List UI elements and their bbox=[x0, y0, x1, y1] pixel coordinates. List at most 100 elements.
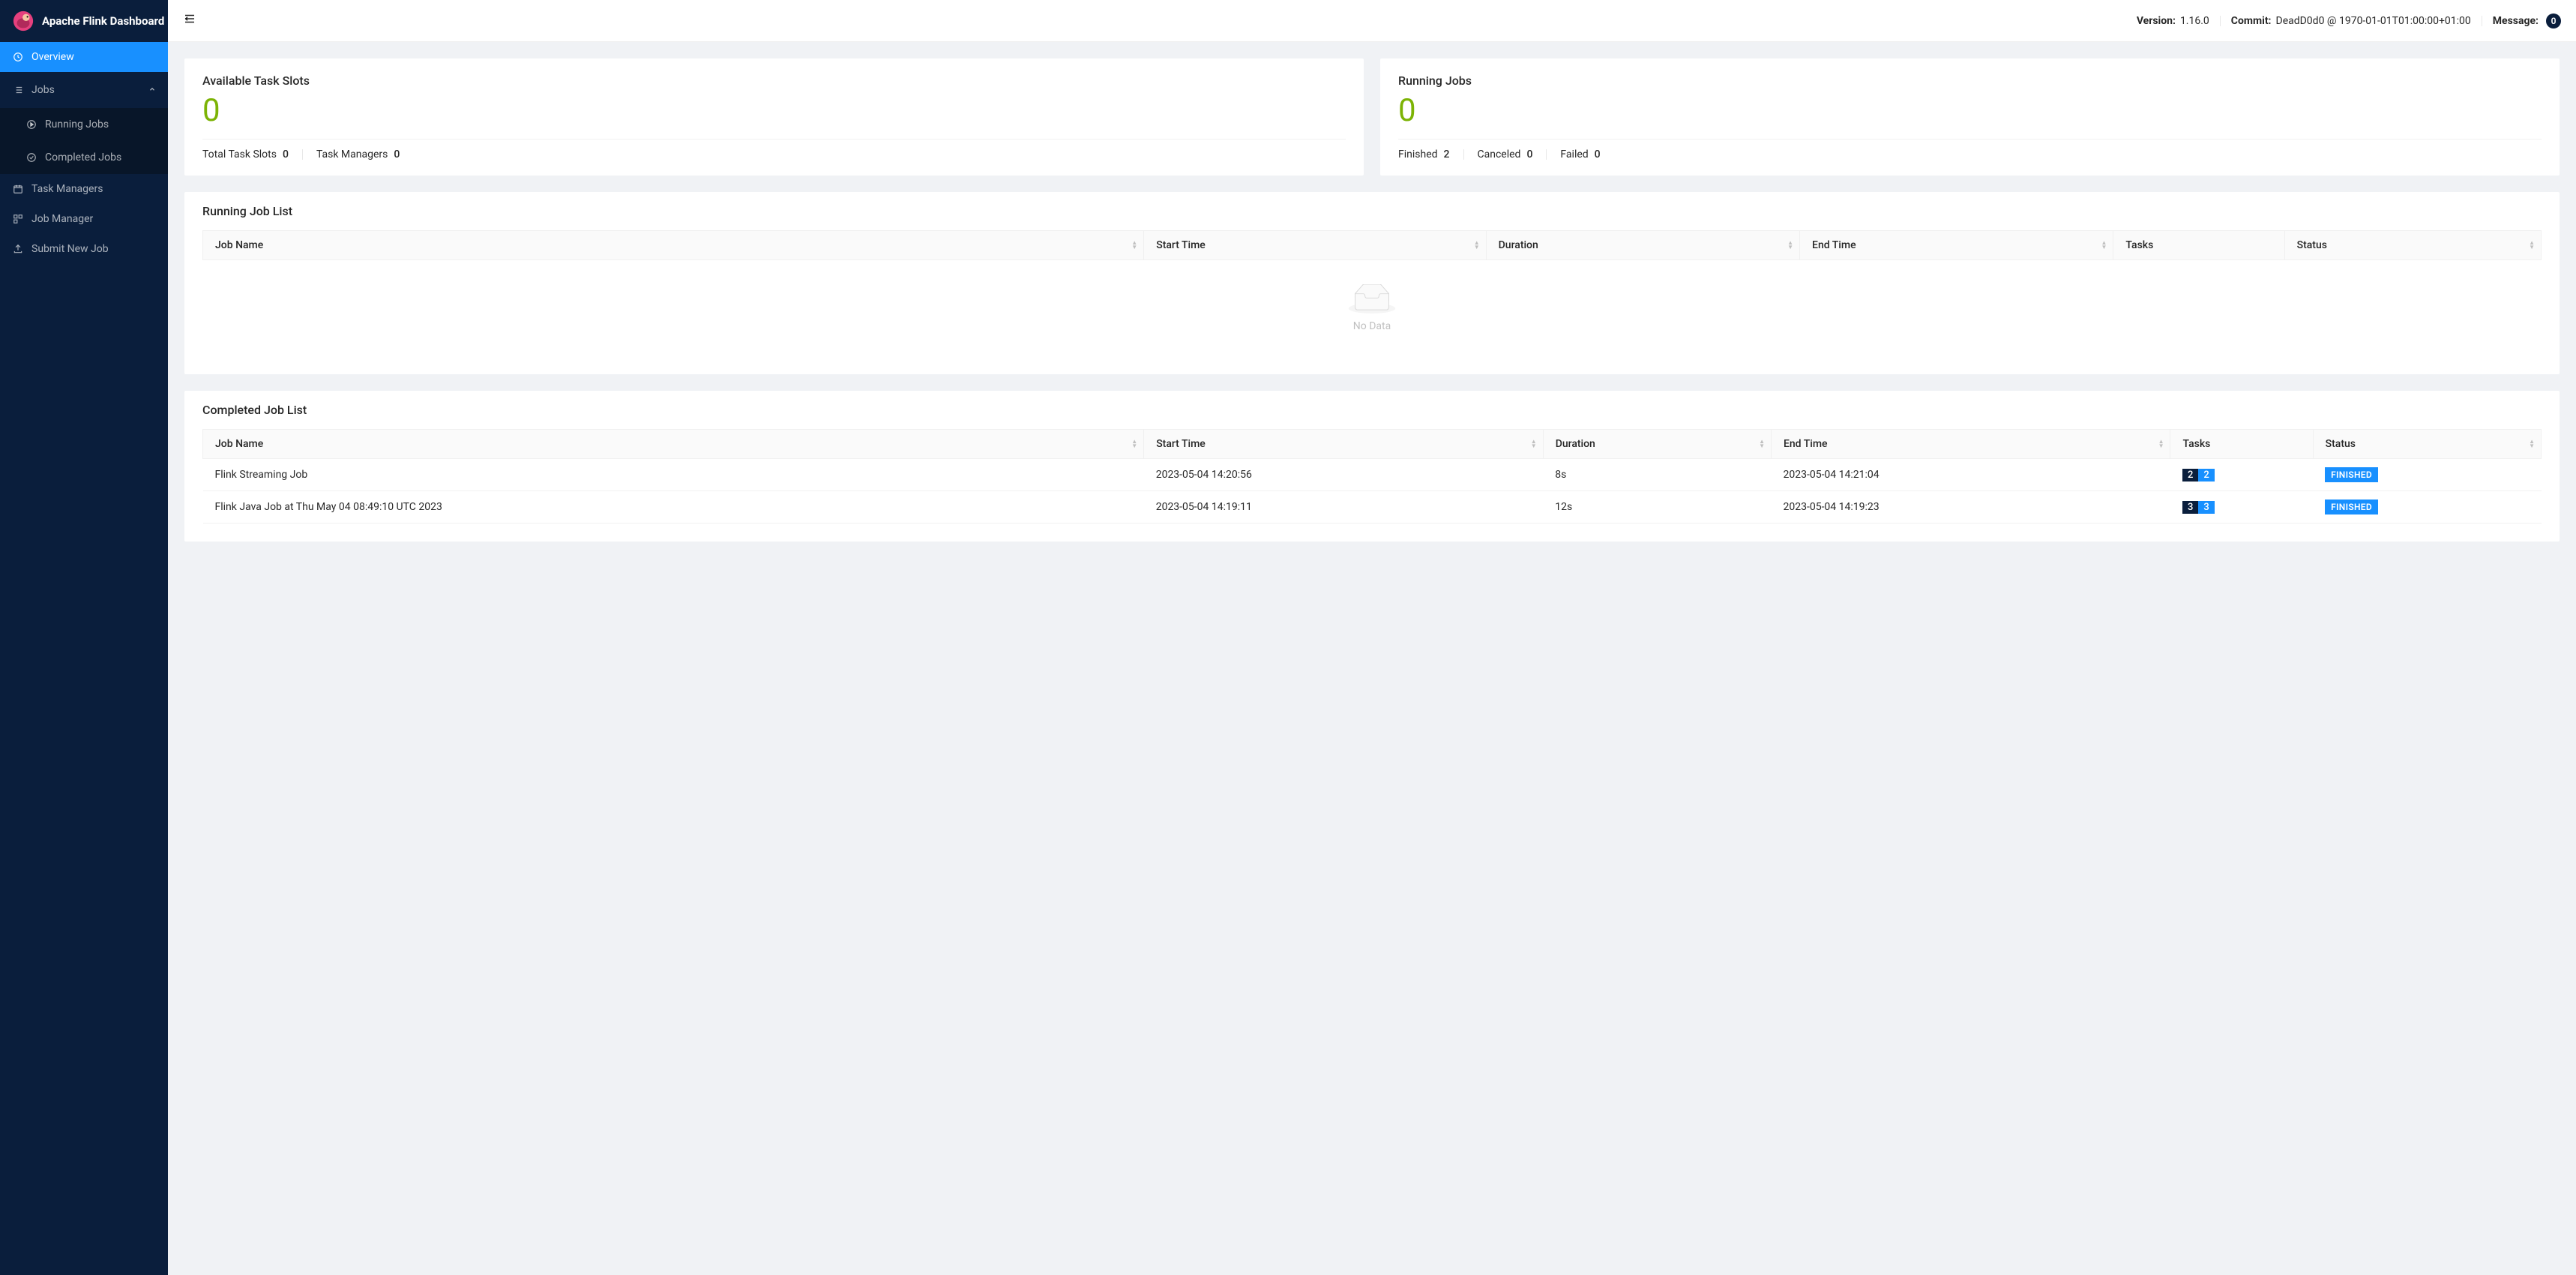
nav-menu: Overview Jobs Running Jobs bbox=[0, 42, 168, 264]
brand: Apache Flink Dashboard bbox=[0, 0, 168, 42]
tm-label: Task Managers bbox=[316, 148, 388, 160]
sort-icon: ▲▼ bbox=[1131, 241, 1137, 250]
message-count-badge[interactable]: 0 bbox=[2546, 14, 2561, 28]
cell-status: FINISHED bbox=[2313, 459, 2541, 491]
finished-label: Finished bbox=[1398, 148, 1438, 160]
commit-label: Commit: bbox=[2231, 15, 2272, 27]
available-task-slots-card: Available Task Slots 0 Total Task Slots … bbox=[184, 58, 1364, 176]
sidebar-item-job-manager[interactable]: Job Manager bbox=[0, 204, 168, 234]
sidebar-item-overview[interactable]: Overview bbox=[0, 42, 168, 72]
canceled-value: 0 bbox=[1526, 148, 1532, 160]
table-row[interactable]: Flink Java Job at Thu May 04 08:49:10 UT… bbox=[203, 491, 2542, 524]
running-title: Running Jobs bbox=[1398, 74, 2542, 88]
sidebar: Apache Flink Dashboard Overview Jobs bbox=[0, 0, 168, 1275]
col-end-time[interactable]: End Time▲▼ bbox=[1800, 231, 2113, 260]
col-start-time[interactable]: Start Time▲▼ bbox=[1144, 430, 1544, 459]
sidebar-label-completed-jobs: Completed Jobs bbox=[45, 152, 121, 164]
sidebar-label-submit-new-job: Submit New Job bbox=[31, 243, 109, 255]
version-label: Version: bbox=[2137, 15, 2176, 27]
cell-job-name: Flink Streaming Job bbox=[203, 459, 1144, 491]
list-icon bbox=[12, 84, 24, 96]
sort-icon: ▲▼ bbox=[1474, 241, 1480, 250]
sidebar-label-job-manager: Job Manager bbox=[31, 213, 93, 225]
cell-status: FINISHED bbox=[2313, 491, 2541, 524]
failed-label: Failed bbox=[1560, 148, 1588, 160]
empty-box-icon bbox=[1348, 284, 1396, 314]
cell-end-time: 2023-05-04 14:19:23 bbox=[1771, 491, 2170, 524]
commit-value: DeadD0d0 @ 1970-01-01T01:00:00+01:00 bbox=[2276, 15, 2471, 27]
divider bbox=[2220, 16, 2221, 26]
col-duration[interactable]: Duration▲▼ bbox=[1486, 231, 1799, 260]
schedule-icon bbox=[12, 183, 24, 195]
cell-tasks: 33 bbox=[2170, 491, 2313, 524]
task-count-dark: 2 bbox=[2182, 469, 2198, 482]
dashboard-icon bbox=[12, 51, 24, 63]
sidebar-item-task-managers[interactable]: Task Managers bbox=[0, 174, 168, 204]
sidebar-item-running-jobs[interactable]: Running Jobs bbox=[0, 108, 168, 141]
sort-icon: ▲▼ bbox=[1787, 241, 1793, 250]
task-count-blue: 2 bbox=[2198, 469, 2214, 482]
sidebar-item-jobs[interactable]: Jobs bbox=[0, 72, 168, 108]
col-status[interactable]: Status▲▼ bbox=[2284, 231, 2541, 260]
sort-icon: ▲▼ bbox=[2529, 440, 2535, 448]
completed-job-table: Job Name▲▼ Start Time▲▼ Duration▲▼ End T… bbox=[202, 429, 2542, 524]
sidebar-label-jobs: Jobs bbox=[31, 84, 55, 96]
col-tasks[interactable]: Tasks bbox=[2113, 231, 2284, 260]
message-label: Message: bbox=[2493, 15, 2539, 27]
slots-title: Available Task Slots bbox=[202, 74, 1346, 88]
table-row[interactable]: Flink Streaming Job2023-05-04 14:20:568s… bbox=[203, 459, 2542, 491]
col-duration[interactable]: Duration▲▼ bbox=[1543, 430, 1771, 459]
sort-icon: ▲▼ bbox=[2529, 241, 2535, 250]
cell-job-name: Flink Java Job at Thu May 04 08:49:10 UT… bbox=[203, 491, 1144, 524]
running-list-title: Running Job List bbox=[184, 192, 2560, 230]
tm-value: 0 bbox=[394, 148, 400, 160]
sidebar-label-running-jobs: Running Jobs bbox=[45, 118, 109, 130]
collapse-sidebar-button[interactable] bbox=[183, 12, 196, 29]
col-tasks[interactable]: Tasks bbox=[2170, 430, 2313, 459]
sidebar-label-task-managers: Task Managers bbox=[31, 183, 103, 195]
failed-value: 0 bbox=[1595, 148, 1601, 160]
running-job-table: Job Name▲▼ Start Time▲▼ Duration▲▼ End T… bbox=[202, 230, 2542, 260]
sort-icon: ▲▼ bbox=[1759, 440, 1765, 448]
task-count-blue: 3 bbox=[2198, 501, 2214, 514]
empty-text: No Data bbox=[1353, 320, 1391, 332]
cell-end-time: 2023-05-04 14:21:04 bbox=[1771, 459, 2170, 491]
play-circle-icon bbox=[25, 118, 37, 130]
col-end-time[interactable]: End Time▲▼ bbox=[1771, 430, 2170, 459]
check-circle-icon bbox=[25, 152, 37, 164]
sidebar-item-submit-new-job[interactable]: Submit New Job bbox=[0, 234, 168, 264]
total-slots-value: 0 bbox=[283, 148, 289, 160]
col-job-name[interactable]: Job Name▲▼ bbox=[203, 430, 1144, 459]
cell-tasks: 22 bbox=[2170, 459, 2313, 491]
version-value: 1.16.0 bbox=[2180, 15, 2209, 27]
build-icon bbox=[12, 213, 24, 225]
sort-icon: ▲▼ bbox=[2101, 241, 2107, 250]
sort-icon: ▲▼ bbox=[1131, 440, 1137, 448]
task-count-dark: 3 bbox=[2182, 501, 2198, 514]
sort-icon: ▲▼ bbox=[1531, 440, 1537, 448]
chevron-up-icon bbox=[148, 86, 156, 95]
cell-duration: 8s bbox=[1543, 459, 1771, 491]
completed-list-title: Completed Job List bbox=[184, 391, 2560, 429]
sort-icon: ▲▼ bbox=[2158, 440, 2164, 448]
empty-state: No Data bbox=[202, 260, 2542, 356]
status-badge: FINISHED bbox=[2325, 467, 2378, 482]
total-slots-label: Total Task Slots bbox=[202, 148, 277, 160]
cell-start-time: 2023-05-04 14:19:11 bbox=[1144, 491, 1544, 524]
sidebar-item-completed-jobs[interactable]: Completed Jobs bbox=[0, 141, 168, 174]
upload-icon bbox=[12, 243, 24, 255]
running-value: 0 bbox=[1398, 94, 2542, 128]
header-info: Version: 1.16.0 Commit: DeadD0d0 @ 1970-… bbox=[2137, 14, 2561, 28]
canceled-label: Canceled bbox=[1478, 148, 1521, 160]
slots-value: 0 bbox=[202, 94, 1346, 128]
flink-logo-icon bbox=[12, 10, 34, 32]
running-jobs-card: Running Jobs 0 Finished 2 Canceled 0 Fai… bbox=[1380, 58, 2560, 176]
completed-job-list-section: Completed Job List Job Name▲▼ Start Time… bbox=[184, 391, 2560, 542]
col-status[interactable]: Status▲▼ bbox=[2313, 430, 2541, 459]
col-job-name[interactable]: Job Name▲▼ bbox=[203, 231, 1144, 260]
status-badge: FINISHED bbox=[2325, 500, 2378, 514]
col-start-time[interactable]: Start Time▲▼ bbox=[1144, 231, 1486, 260]
cell-start-time: 2023-05-04 14:20:56 bbox=[1144, 459, 1544, 491]
finished-value: 2 bbox=[1444, 148, 1450, 160]
header: Version: 1.16.0 Commit: DeadD0d0 @ 1970-… bbox=[168, 0, 2576, 42]
